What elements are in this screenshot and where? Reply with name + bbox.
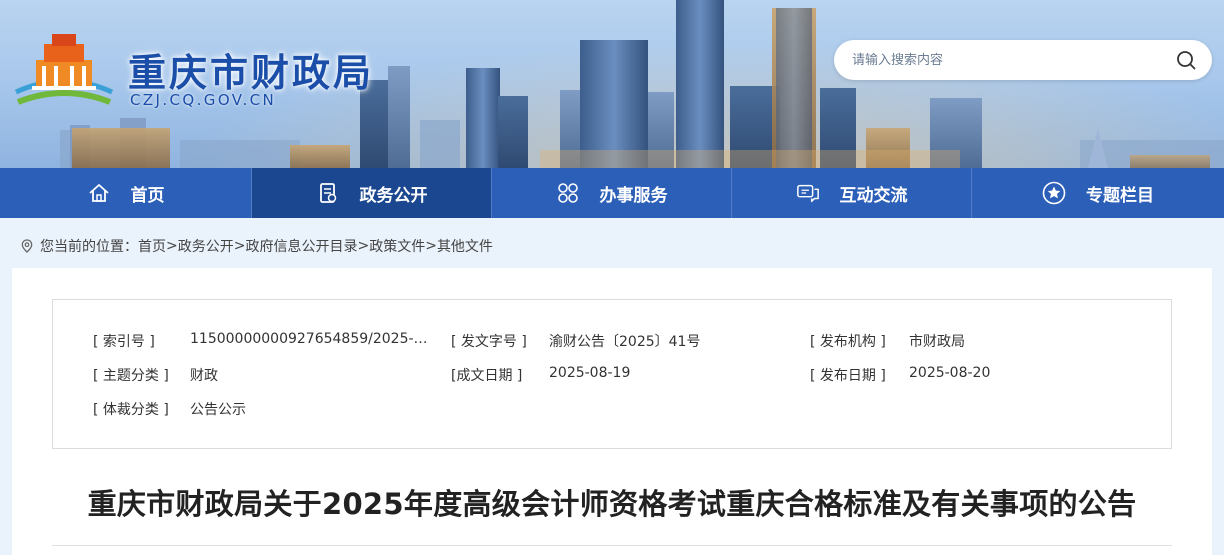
breadcrumb: 您当前的位置： 首页 > 政务公开 > 政府信息公开目录 > 政策文件 > 其他… [20, 236, 493, 256]
metadata-topic: [ 主题分类 ] 财政 [93, 365, 433, 385]
breadcrumb-link-info-catalog[interactable]: 政府信息公开目录 [245, 236, 357, 256]
document-icon [316, 181, 340, 205]
metadata-value: 公告公示 [190, 402, 246, 418]
metadata-value: 渝财公告〔2025〕41号 [549, 334, 701, 350]
breadcrumb-link-other-docs[interactable]: 其他文件 [437, 236, 493, 256]
nav-item-label: 专题栏目 [1086, 185, 1154, 206]
site-domain: CZJ.CQ.GOV.CN [130, 91, 277, 109]
metadata-value: 市财政局 [909, 334, 965, 350]
metadata-publish-date: [ 发布日期 ] 2025-08-20 [810, 365, 1150, 385]
metadata-label: [ 主题分类 ] [93, 368, 169, 384]
nav-item-services[interactable]: 办事服务 [492, 168, 731, 218]
title-divider [52, 545, 1172, 546]
breadcrumb-separator: > [357, 238, 370, 254]
metadata-index: [ 索引号 ] 11500000000927654859/2025-00001 [93, 331, 433, 351]
main-nav: 首页 政务公开 办事服务 互动交流 专题栏目 [0, 168, 1224, 218]
metadata-value: 2025-08-19 [549, 365, 631, 381]
metadata-label: [成文日期 ] [451, 368, 523, 384]
nav-item-interaction[interactable]: 互动交流 [732, 168, 971, 218]
metadata-value: 2025-08-20 [909, 365, 991, 381]
site-name[interactable]: 重庆市财政局 [128, 42, 374, 97]
breadcrumb-separator: > [166, 238, 178, 254]
chat-icon [796, 181, 820, 205]
metadata-label: [ 发文字号 ] [451, 334, 527, 350]
nav-item-label: 政务公开 [359, 185, 428, 206]
metadata-row: [ 索引号 ] 11500000000927654859/2025-00001 … [53, 331, 1173, 351]
nav-item-home[interactable]: 首页 [0, 168, 251, 218]
search-icon[interactable] [1176, 50, 1196, 70]
metadata-row: [ 主题分类 ] 财政 [成文日期 ] 2025-08-19 [ 发布日期 ] … [53, 365, 1173, 385]
star-icon [1042, 181, 1066, 205]
metadata-written-date: [成文日期 ] 2025-08-19 [451, 365, 771, 385]
metadata-genre: [ 体裁分类 ] 公告公示 [93, 399, 433, 419]
nav-item-government-affairs[interactable]: 政务公开 [252, 168, 491, 218]
search-box [834, 40, 1212, 80]
nav-item-label: 互动交流 [839, 185, 908, 206]
nav-item-label: 办事服务 [599, 185, 668, 206]
nav-item-special-topics[interactable]: 专题栏目 [972, 168, 1224, 218]
metadata-doc-number: [ 发文字号 ] 渝财公告〔2025〕41号 [451, 331, 771, 351]
location-pin-icon [21, 239, 33, 253]
breadcrumb-prefix: 您当前的位置： [40, 239, 138, 255]
metadata-label: [ 索引号 ] [93, 334, 155, 350]
breadcrumb-link-home[interactable]: 首页 [138, 236, 166, 256]
services-grid-icon [556, 181, 580, 205]
document-metadata-box: [ 索引号 ] 11500000000927654859/2025-00001 … [52, 299, 1172, 449]
breadcrumb-link-policy-docs[interactable]: 政策文件 [369, 236, 425, 256]
metadata-value: 11500000000927654859/2025-00001 [190, 331, 430, 347]
metadata-label: [ 发布日期 ] [810, 368, 886, 384]
metadata-value: 财政 [190, 368, 218, 384]
header-banner: 重庆市财政局 CZJ.CQ.GOV.CN [0, 0, 1224, 168]
home-icon [87, 181, 111, 205]
chongqing-finance-emblem-icon [14, 34, 114, 105]
article-title: 重庆市财政局关于2025年度高级会计师资格考试重庆合格标准及有关事项的公告 [87, 487, 1137, 521]
metadata-label: [ 体裁分类 ] [93, 402, 169, 418]
breadcrumb-link-government-affairs[interactable]: 政务公开 [178, 236, 234, 256]
breadcrumb-separator: > [425, 238, 437, 254]
metadata-publisher: [ 发布机构 ] 市财政局 [810, 331, 1150, 351]
metadata-label: [ 发布机构 ] [810, 334, 886, 350]
search-input[interactable] [852, 50, 1162, 70]
metadata-row: [ 体裁分类 ] 公告公示 [53, 399, 1173, 419]
nav-item-label: 首页 [130, 185, 165, 206]
breadcrumb-separator: > [233, 238, 246, 254]
article-card: [ 索引号 ] 11500000000927654859/2025-00001 … [12, 268, 1212, 555]
